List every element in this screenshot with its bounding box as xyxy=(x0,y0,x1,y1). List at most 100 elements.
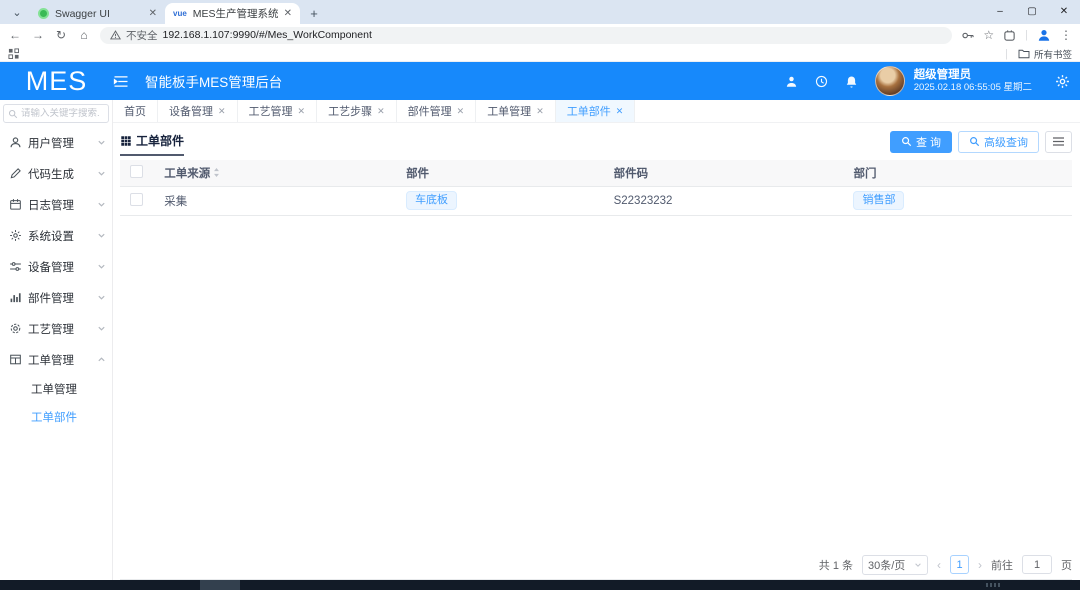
back-icon[interactable]: ← xyxy=(8,28,22,42)
url-field[interactable]: 不安全 192.168.1.107:9990/#/Mes_WorkCompone… xyxy=(100,27,952,44)
tab-label: 部件管理 xyxy=(408,103,452,119)
search-icon xyxy=(8,109,18,119)
close-icon[interactable]: ✕ xyxy=(218,106,226,117)
page-unit-label: 页 xyxy=(1061,557,1072,573)
tab-device-management[interactable]: 设备管理 ✕ xyxy=(158,100,238,122)
row-checkbox[interactable] xyxy=(130,193,143,206)
sidebar-search[interactable] xyxy=(3,104,109,123)
grid-icon xyxy=(120,135,132,147)
sidebar-subitem-workorder-components[interactable]: 工单部件 xyxy=(0,403,112,431)
user-info[interactable]: 超级管理员 2025.02.18 06:55:05 星期二 xyxy=(914,68,1032,94)
chevron-down-icon xyxy=(914,561,922,569)
browser-tab-swagger[interactable]: Swagger UI ✕ xyxy=(30,3,165,24)
extensions-icon[interactable] xyxy=(1003,29,1016,42)
total-count: 共 1 条 xyxy=(819,557,853,573)
page-tabbar: 首页 设备管理 ✕ 工艺管理 ✕ 工艺步骤 ✕ 部件管理 ✕ 工单管理 ✕ xyxy=(113,100,1080,123)
page-number-current[interactable]: 1 xyxy=(950,555,969,574)
menu-label: 用户管理 xyxy=(28,135,91,151)
panel-title-text: 工单部件 xyxy=(136,132,184,149)
menu-label: 日志管理 xyxy=(28,197,91,213)
advanced-query-button[interactable]: 高级查询 xyxy=(958,131,1039,153)
app-title: 智能板手MES管理后台 xyxy=(145,71,282,91)
chevron-down-icon xyxy=(97,324,106,333)
url-text: 192.168.1.107:9990/#/Mes_WorkComponent xyxy=(163,29,372,41)
password-key-icon[interactable] xyxy=(961,29,974,42)
minimize-button[interactable]: – xyxy=(984,0,1016,22)
goto-page-input[interactable] xyxy=(1022,555,1052,574)
clock-icon[interactable] xyxy=(815,75,828,88)
browser-menu-icon[interactable]: ⋮ xyxy=(1060,28,1072,42)
all-bookmarks[interactable]: | 所有书签 xyxy=(1005,47,1072,61)
column-settings-button[interactable] xyxy=(1045,131,1072,153)
table-header-row: 工单来源 部件 部件码 部门 xyxy=(120,160,1072,186)
gear-icon xyxy=(9,229,22,242)
page-size-select[interactable]: 30条/页 xyxy=(862,555,928,575)
tab-label: 首页 xyxy=(124,103,146,119)
close-icon[interactable]: ✕ xyxy=(616,106,624,117)
chevron-down-icon xyxy=(97,293,106,302)
divider: | xyxy=(1025,29,1028,41)
sidebar-item-code-generation[interactable]: 代码生成 xyxy=(0,158,112,189)
column-header: 部门 xyxy=(853,168,876,180)
swagger-favicon-icon xyxy=(38,8,49,19)
tab-process-steps[interactable]: 工艺步骤 ✕ xyxy=(317,100,397,122)
settings-gear-icon[interactable] xyxy=(1055,74,1070,89)
windows-taskbar[interactable] xyxy=(0,580,1080,590)
forward-icon[interactable]: → xyxy=(31,28,45,42)
sort-icon[interactable] xyxy=(213,167,220,178)
user-avatar[interactable] xyxy=(875,66,905,96)
close-icon[interactable]: ✕ xyxy=(298,106,306,117)
close-tab-icon[interactable]: ✕ xyxy=(284,8,292,19)
profile-icon[interactable] xyxy=(1037,28,1051,42)
sidebar-item-system-settings[interactable]: 系统设置 xyxy=(0,220,112,251)
close-icon[interactable]: ✕ xyxy=(536,106,544,117)
tab-search-icon[interactable]: ⌄ xyxy=(6,1,28,23)
menu-label: 工单管理 xyxy=(28,352,91,368)
next-page-button[interactable]: › xyxy=(978,558,982,572)
workorder-components-panel: 工单部件 查 询 高级查询 xyxy=(120,128,1072,580)
tab-groups-icon[interactable] xyxy=(8,48,19,59)
sidebar-subitem-workorder-management[interactable]: 工单管理 xyxy=(0,375,112,403)
bookmark-star-icon[interactable]: ☆ xyxy=(983,28,994,42)
tab-workorder-management[interactable]: 工单管理 ✕ xyxy=(476,100,556,122)
security-label: 不安全 xyxy=(126,28,158,43)
tab-process-management[interactable]: 工艺管理 ✕ xyxy=(238,100,318,122)
cell-code: S22323232 xyxy=(614,195,673,207)
browser-tab-mes[interactable]: vue MES生产管理系统 ✕ xyxy=(165,3,300,24)
sidebar-search-input[interactable] xyxy=(21,108,99,119)
bookmarks-bar: | 所有书签 xyxy=(0,46,1080,62)
app-header: MES 智能板手MES管理后台 超级管理员 2025.02.18 06:55:0… xyxy=(0,62,1080,100)
new-tab-button[interactable]: + xyxy=(304,3,324,23)
close-tab-icon[interactable]: ✕ xyxy=(149,8,157,19)
button-label: 高级查询 xyxy=(984,134,1028,150)
sidebar-item-parts-management[interactable]: 部件管理 xyxy=(0,282,112,313)
column-header[interactable]: 工单来源 xyxy=(164,165,210,181)
component-tag: 车底板 xyxy=(406,191,457,210)
taskbar-dots xyxy=(986,583,1002,587)
sidebar-item-user-management[interactable]: 用户管理 xyxy=(0,127,112,158)
close-window-button[interactable]: ✕ xyxy=(1048,0,1080,22)
select-all-checkbox[interactable] xyxy=(130,165,143,178)
close-icon[interactable]: ✕ xyxy=(377,106,385,117)
sidebar-item-log-management[interactable]: 日志管理 xyxy=(0,189,112,220)
prev-page-button[interactable]: ‹ xyxy=(937,558,941,572)
table-row[interactable]: 采集 车底板 S22323232 销售部 xyxy=(120,186,1072,215)
query-button[interactable]: 查 询 xyxy=(890,131,952,153)
calendar-icon xyxy=(9,198,22,211)
sidebar-collapse-icon[interactable] xyxy=(113,75,129,88)
tab-home[interactable]: 首页 xyxy=(113,100,158,122)
menu-label: 代码生成 xyxy=(28,166,91,182)
tab-parts-management[interactable]: 部件管理 ✕ xyxy=(397,100,477,122)
user-lock-icon[interactable] xyxy=(785,75,798,88)
bell-icon[interactable] xyxy=(845,75,858,88)
close-icon[interactable]: ✕ xyxy=(457,106,465,117)
tab-workorder-components[interactable]: 工单部件 ✕ xyxy=(556,100,636,122)
sidebar-item-device-management[interactable]: 设备管理 xyxy=(0,251,112,282)
home-icon[interactable]: ⌂ xyxy=(77,28,91,42)
maximize-button[interactable]: ▢ xyxy=(1016,0,1048,22)
sidebar-item-workorder-management[interactable]: 工单管理 xyxy=(0,344,112,375)
sidebar-item-process-management[interactable]: 工艺管理 xyxy=(0,313,112,344)
reload-icon[interactable]: ↻ xyxy=(54,28,68,42)
user-name: 超级管理员 xyxy=(914,68,1032,82)
taskbar-segment xyxy=(200,580,240,590)
